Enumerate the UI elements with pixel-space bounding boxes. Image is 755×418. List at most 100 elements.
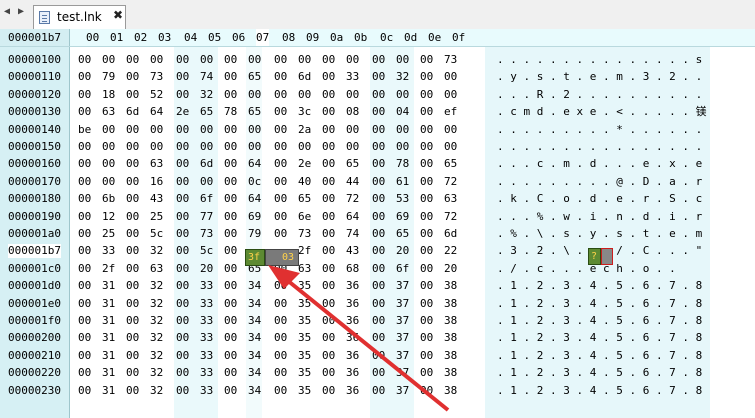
hex-byte[interactable]: 72	[346, 192, 362, 206]
hex-byte[interactable]: 36	[346, 331, 362, 345]
hex-byte[interactable]: 00	[224, 70, 240, 84]
hex-byte[interactable]: 00	[126, 53, 142, 67]
hex-byte[interactable]: 31	[102, 366, 118, 380]
hex-byte[interactable]: 36	[346, 279, 362, 293]
hex-byte[interactable]: 00	[322, 331, 338, 345]
hex-byte[interactable]: 65	[298, 192, 314, 206]
hex-byte[interactable]: 33	[346, 70, 362, 84]
hex-byte[interactable]: 00	[274, 384, 290, 398]
hex-byte[interactable]: 36	[346, 297, 362, 311]
hex-byte[interactable]: 00	[372, 140, 388, 154]
hex-byte[interactable]: 00	[224, 384, 240, 398]
hex-byte[interactable]: 00	[176, 53, 192, 67]
hex-byte[interactable]: 00	[78, 384, 94, 398]
hex-byte[interactable]: 00	[420, 349, 436, 363]
hex-byte[interactable]: 69	[396, 210, 412, 224]
hex-byte[interactable]: 00	[78, 157, 94, 171]
hex-byte[interactable]: 32	[150, 279, 166, 293]
hex-byte[interactable]: 33	[102, 244, 118, 258]
hex-byte[interactable]: 00	[420, 227, 436, 241]
hex-byte[interactable]: 00	[126, 262, 142, 276]
hex-byte[interactable]: 00	[322, 297, 338, 311]
hex-byte[interactable]: 5c	[150, 227, 166, 241]
hex-byte[interactable]: 00	[176, 331, 192, 345]
ascii-pane[interactable]: . . . . . . . . . . . . . . . s . y . s .…	[485, 47, 710, 418]
hex-byte[interactable]: 65	[248, 70, 264, 84]
hex-byte[interactable]: 25	[150, 210, 166, 224]
hex-byte[interactable]: 00	[126, 349, 142, 363]
hex-byte[interactable]: 00	[176, 210, 192, 224]
hex-byte[interactable]: 00	[78, 210, 94, 224]
hex-byte[interactable]: 00	[322, 53, 338, 67]
hex-byte[interactable]: 00	[346, 53, 362, 67]
hex-byte[interactable]: 36	[346, 349, 362, 363]
hex-byte[interactable]: 73	[150, 70, 166, 84]
hex-byte[interactable]: 34	[248, 349, 264, 363]
hex-byte[interactable]: 00	[372, 227, 388, 241]
hex-byte[interactable]: 00	[420, 157, 436, 171]
hex-byte[interactable]: 00	[78, 366, 94, 380]
hex-byte[interactable]: 00	[274, 331, 290, 345]
hex-byte[interactable]: 32	[150, 366, 166, 380]
hex-byte[interactable]: 20	[444, 262, 460, 276]
hex-byte[interactable]: 00	[372, 349, 388, 363]
hex-byte[interactable]: 00	[420, 175, 436, 189]
hex-byte[interactable]: 38	[444, 366, 460, 380]
hex-byte[interactable]: 00	[200, 175, 216, 189]
hex-byte[interactable]: 00	[224, 157, 240, 171]
hex-byte[interactable]: 2a	[298, 123, 314, 137]
hex-byte[interactable]: 12	[102, 210, 118, 224]
hex-byte[interactable]: 33	[200, 314, 216, 328]
hex-byte[interactable]: 00	[200, 123, 216, 137]
hex-byte[interactable]: 00	[176, 70, 192, 84]
hex-byte[interactable]: 63	[102, 105, 118, 119]
hex-byte[interactable]: 79	[102, 70, 118, 84]
hex-byte[interactable]: 68	[346, 262, 362, 276]
hex-byte[interactable]: 64	[346, 210, 362, 224]
hex-byte[interactable]: 36	[346, 314, 362, 328]
hex-byte[interactable]: 00	[322, 314, 338, 328]
close-tab-icon[interactable]: ✖	[113, 8, 123, 22]
hex-grid[interactable]: 00 00 00 00 00 00 00 00 00 00 00 00 00 00 00 73 00 79 00 73…	[78, 47, 470, 418]
hex-byte[interactable]: 00	[274, 157, 290, 171]
hex-byte[interactable]: 6e	[298, 210, 314, 224]
hex-byte[interactable]: 00	[298, 88, 314, 102]
hex-byte[interactable]: 65	[346, 157, 362, 171]
hex-byte[interactable]: 00	[150, 140, 166, 154]
hex-byte[interactable]: 00	[322, 88, 338, 102]
hex-byte[interactable]: 00	[126, 157, 142, 171]
hex-byte[interactable]: 6d	[298, 70, 314, 84]
hex-byte[interactable]: 00	[126, 297, 142, 311]
hex-byte[interactable]: 36	[346, 366, 362, 380]
hex-byte[interactable]: 00	[126, 140, 142, 154]
hex-byte[interactable]: 65	[396, 227, 412, 241]
hex-byte[interactable]: 20	[396, 244, 412, 258]
hex-byte[interactable]: 00	[78, 227, 94, 241]
hex-byte[interactable]: 31	[102, 279, 118, 293]
hex-byte[interactable]: 00	[78, 314, 94, 328]
hex-byte[interactable]: 33	[200, 366, 216, 380]
hex-byte[interactable]: 78	[396, 157, 412, 171]
hex-byte[interactable]: 00	[126, 279, 142, 293]
hex-byte[interactable]: 00	[274, 88, 290, 102]
hex-byte[interactable]: 00	[322, 227, 338, 241]
hex-byte[interactable]: 00	[322, 349, 338, 363]
hex-byte[interactable]: 00	[176, 192, 192, 206]
hex-byte[interactable]: 35	[298, 314, 314, 328]
hex-byte[interactable]: 00	[224, 227, 240, 241]
hex-byte[interactable]: 00	[346, 140, 362, 154]
hex-byte[interactable]: 34	[248, 314, 264, 328]
hex-byte[interactable]: 37	[396, 314, 412, 328]
hex-byte[interactable]: 00	[444, 140, 460, 154]
hex-byte[interactable]: 00	[274, 53, 290, 67]
hex-byte[interactable]: 38	[444, 279, 460, 293]
hex-byte[interactable]: 00	[420, 123, 436, 137]
hex-byte[interactable]: 31	[102, 297, 118, 311]
hex-byte[interactable]: 00	[176, 349, 192, 363]
hex-byte[interactable]: 73	[444, 53, 460, 67]
hex-byte[interactable]: 00	[176, 297, 192, 311]
hex-byte[interactable]: 00	[372, 53, 388, 67]
hex-byte[interactable]: 00	[78, 349, 94, 363]
hex-byte[interactable]: 20	[200, 262, 216, 276]
hex-byte[interactable]: 00	[126, 123, 142, 137]
